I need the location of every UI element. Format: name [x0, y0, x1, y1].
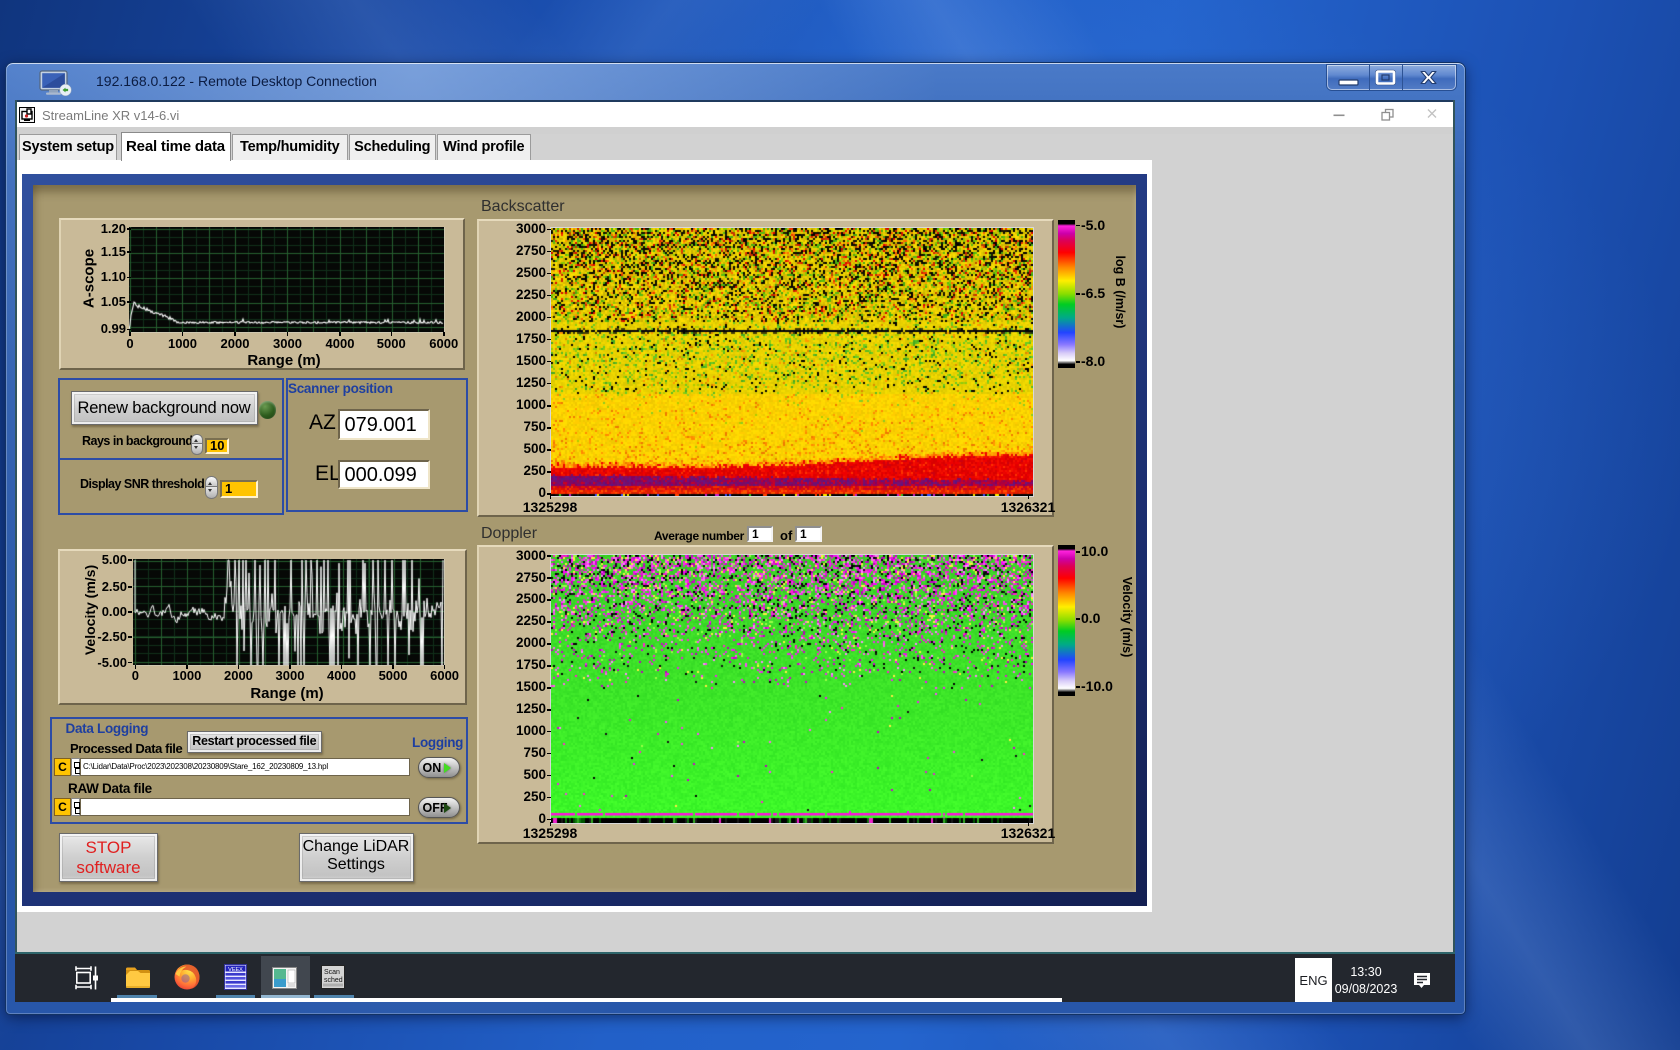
svg-text:sched: sched [324, 977, 343, 984]
svg-text:VEEX: VEEX [228, 967, 243, 973]
svg-text:Scan: Scan [324, 969, 340, 976]
